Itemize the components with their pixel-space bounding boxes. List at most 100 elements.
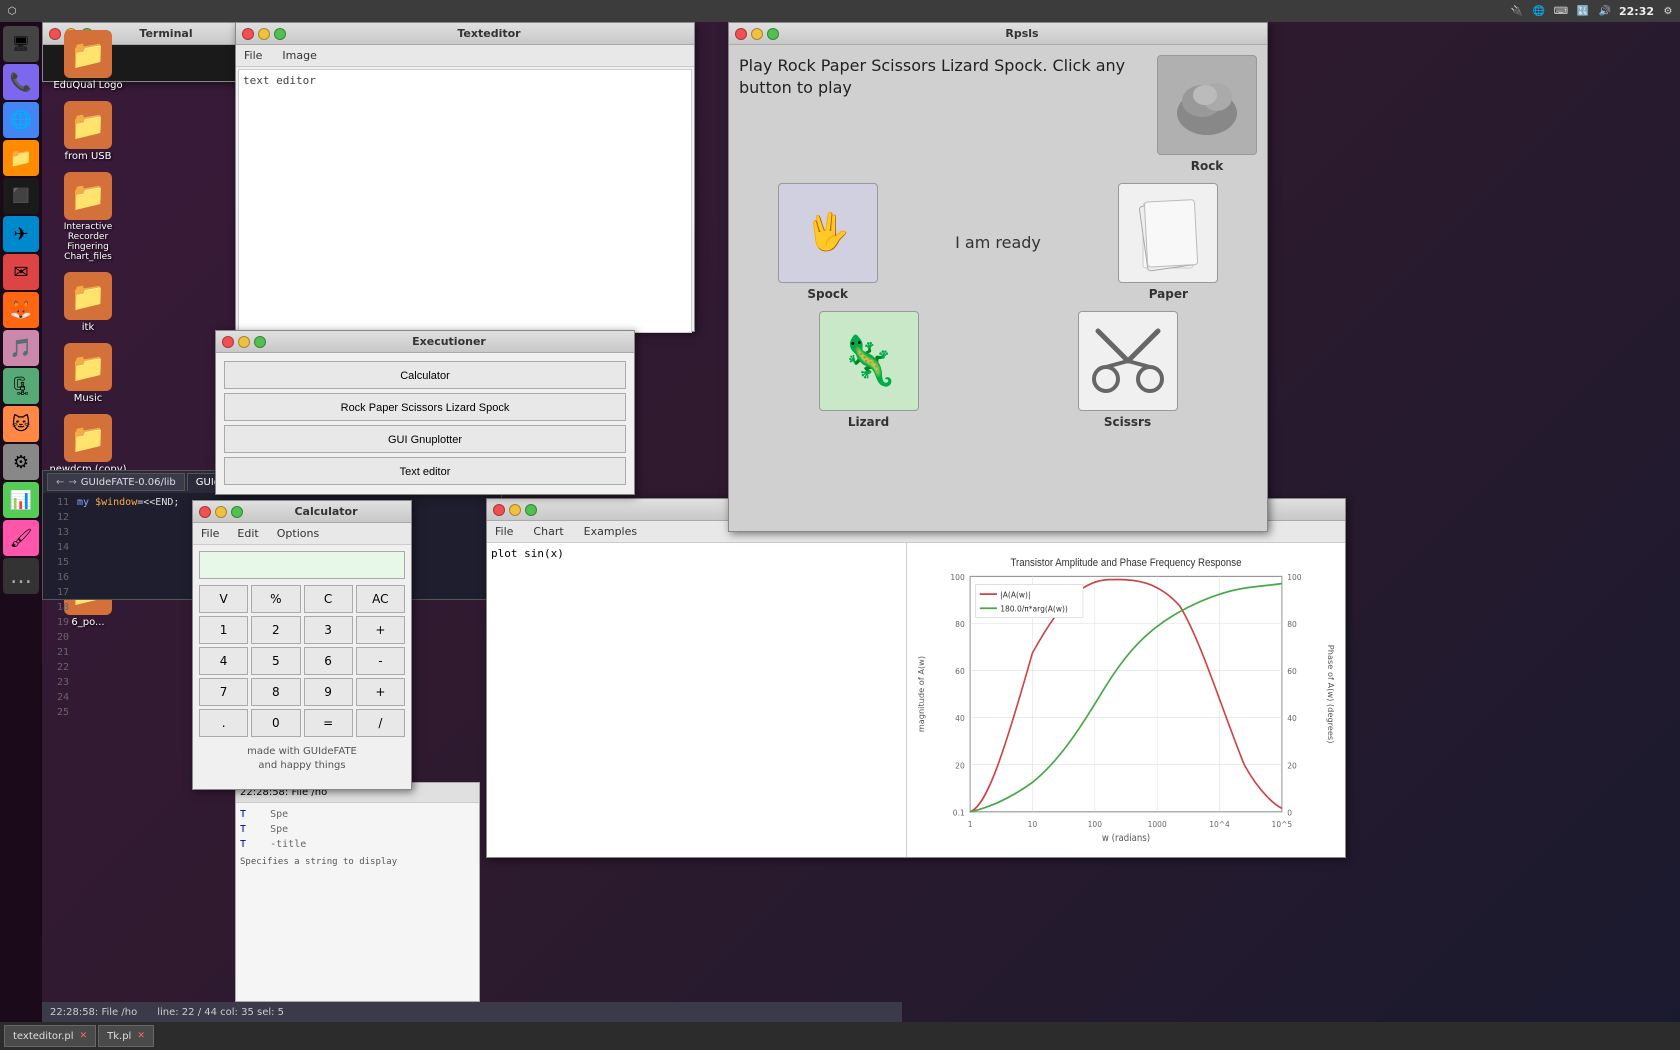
executioner-min-btn[interactable] — [238, 336, 250, 348]
calc-key-c[interactable]: C — [304, 585, 353, 613]
rpsls-launch-btn[interactable]: Rock Paper Scissors Lizard Spock — [224, 393, 626, 421]
executioner-max-btn[interactable] — [254, 336, 266, 348]
rpsls-titlebar[interactable]: Rpsls — [729, 23, 1267, 45]
kb-icon[interactable]: ⌨ — [1553, 3, 1569, 19]
calc-key-percent[interactable]: % — [251, 585, 300, 613]
calc-key-4[interactable]: 4 — [199, 647, 248, 675]
rpsls-scissors-btn[interactable] — [1078, 311, 1178, 411]
calc-key-plus[interactable]: + — [356, 616, 405, 644]
usb-tray-icon[interactable]: 🔌 — [1509, 3, 1525, 19]
rpsls-min-btn[interactable] — [751, 28, 763, 40]
calc-key-1[interactable]: 1 — [199, 616, 248, 644]
dock-chart-icon[interactable]: 📊 — [3, 482, 39, 518]
calc-min-btn[interactable] — [215, 506, 227, 518]
texteditor-body[interactable]: text editor — [238, 69, 692, 333]
calc-display[interactable] — [199, 551, 405, 579]
gnuplot-launch-btn[interactable]: GUI Gnuplotter — [224, 425, 626, 453]
texteditor-titlebar[interactable]: Texteditor — [236, 23, 694, 45]
volume-icon[interactable]: 🔊 — [1597, 3, 1613, 19]
dock-files-icon[interactable]: 📁 — [3, 140, 39, 176]
tk-taskbar-close[interactable]: ✕ — [137, 1031, 145, 1041]
calc-key-equals[interactable]: = — [304, 709, 353, 737]
itk-folder-icon: 📁 — [64, 272, 112, 320]
gnuplot-examples-menu[interactable]: Examples — [580, 523, 641, 540]
rpsls-close-btn[interactable] — [735, 28, 747, 40]
dock-desktop-icon[interactable]: 🖥 — [3, 26, 39, 62]
dock-archive-icon[interactable]: 🗜 — [3, 368, 39, 404]
texteditor-menubar: File Image — [236, 45, 694, 67]
calc-max-btn[interactable] — [231, 506, 243, 518]
desktop-icon-edqual[interactable]: 📁 EduQual Logo — [48, 30, 128, 91]
calc-titlebar[interactable]: Calculator — [193, 501, 411, 523]
rpsls-rock-btn[interactable] — [1157, 55, 1257, 155]
texteditor-max-btn[interactable] — [274, 28, 286, 40]
dock-more-icon[interactable]: … — [3, 558, 39, 594]
taskbar-texteditor-btn[interactable]: texteditor.pl ✕ — [4, 1025, 96, 1047]
gnuplot-close-btn[interactable] — [493, 504, 505, 516]
taskbar-tk-btn[interactable]: Tk.pl ✕ — [98, 1025, 154, 1047]
calc-key-9[interactable]: 9 — [304, 678, 353, 706]
desktop-icon-itk[interactable]: 📁 itk — [48, 272, 128, 333]
calc-key-0[interactable]: 0 — [251, 709, 300, 737]
texteditor-taskbar-close[interactable]: ✕ — [80, 1031, 88, 1041]
calc-key-v[interactable]: V — [199, 585, 248, 613]
rpsls-max-btn[interactable] — [767, 28, 779, 40]
svg-text:80: 80 — [1287, 620, 1297, 629]
svg-text:40: 40 — [1287, 714, 1297, 723]
calc-close-btn[interactable] — [199, 506, 211, 518]
calc-key-divide[interactable]: / — [356, 709, 405, 737]
desktop-icon-usb[interactable]: 📁 from USB — [48, 101, 128, 162]
gnuplot-editor[interactable]: plot sin(x) — [487, 543, 907, 857]
gnuplot-chart-menu[interactable]: Chart — [529, 523, 567, 540]
chrome-tray-icon[interactable]: 🌐 — [1531, 3, 1547, 19]
executioner-titlebar[interactable]: Executioner — [216, 331, 634, 353]
gnuplot-min-btn[interactable] — [509, 504, 521, 516]
calc-key-dot[interactable]: . — [199, 709, 248, 737]
texteditor-close-btn[interactable] — [242, 28, 254, 40]
taskbar-top-right: 🔌 🌐 ⌨ 🔣 🔊 22:32 ⚙ — [1509, 3, 1676, 19]
calc-key-8[interactable]: 8 — [251, 678, 300, 706]
dock-viber-icon[interactable]: 📞 — [3, 64, 39, 100]
calc-key-2[interactable]: 2 — [251, 616, 300, 644]
calc-key-7[interactable]: 7 — [199, 678, 248, 706]
code-tab-1[interactable]: ← → GUIdeFATE-0.06/lib — [47, 473, 185, 491]
dock-mail-icon[interactable]: ✉ — [3, 254, 39, 290]
network-icon[interactable]: ⬡ — [4, 3, 20, 19]
dock-telegram-icon[interactable]: ✈ — [3, 216, 39, 252]
code-tab-1-nav-fwd[interactable]: → — [68, 477, 76, 488]
desktop-icon-recorder[interactable]: 📁 Interactive RecorderFingering Chart_fi… — [48, 172, 128, 262]
dock-music-icon[interactable]: 🎵 — [3, 330, 39, 366]
dock-chrome-icon[interactable]: 🌐 — [3, 102, 39, 138]
calc-edit-menu[interactable]: Edit — [233, 525, 262, 542]
rpsls-lizard-btn[interactable]: 🦎 — [819, 311, 919, 411]
calc-key-5[interactable]: 5 — [251, 647, 300, 675]
desktop-icon-newdcm[interactable]: 📁 newdcm (copy) — [48, 414, 128, 475]
texteditor-taskbar-label: texteditor.pl — [13, 1031, 74, 1042]
calc-key-minus[interactable]: - — [356, 647, 405, 675]
dock-settings2-icon[interactable]: ⚙ — [3, 444, 39, 480]
texteditor-launch-btn[interactable]: Text editor — [224, 457, 626, 485]
kb2-icon[interactable]: 🔣 — [1575, 3, 1591, 19]
texteditor-file-menu[interactable]: File — [240, 47, 266, 64]
dock-paint-icon[interactable]: 🖌 — [3, 520, 39, 556]
gnuplot-file-menu[interactable]: File — [491, 523, 517, 540]
calc-key-multiply[interactable]: + — [356, 678, 405, 706]
texteditor-image-menu[interactable]: Image — [278, 47, 320, 64]
executioner-close-btn[interactable] — [222, 336, 234, 348]
calc-launch-btn[interactable]: Calculator — [224, 361, 626, 389]
dock-terminal-icon[interactable]: ⬛ — [3, 178, 39, 214]
dock-firefox-icon[interactable]: 🦊 — [3, 292, 39, 328]
dock-scratch-icon[interactable]: 🐱 — [3, 406, 39, 442]
calc-key-6[interactable]: 6 — [304, 647, 353, 675]
calc-file-menu[interactable]: File — [197, 525, 223, 542]
rpsls-paper-btn[interactable] — [1118, 183, 1218, 283]
gnuplot-max-btn[interactable] — [525, 504, 537, 516]
texteditor-min-btn[interactable] — [258, 28, 270, 40]
code-tab-1-nav-back[interactable]: ← — [56, 477, 64, 488]
settings-tray-icon[interactable]: ⚙ — [1660, 3, 1676, 19]
rpsls-spock-btn[interactable]: 🖖 — [778, 183, 878, 283]
calc-options-menu[interactable]: Options — [273, 525, 323, 542]
desktop-icon-music[interactable]: 📁 Music — [48, 343, 128, 404]
calc-key-3[interactable]: 3 — [304, 616, 353, 644]
calc-key-ac[interactable]: AC — [356, 585, 405, 613]
